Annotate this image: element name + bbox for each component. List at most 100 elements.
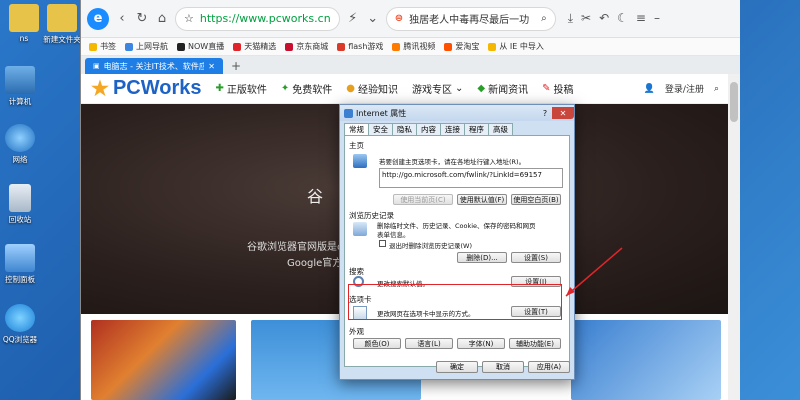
hero-line1: 谷歌浏览器官网版是chr [247,242,353,253]
browser-logo-icon[interactable]: e [87,7,109,30]
bookmark-star-icon [89,42,97,51]
nav-item[interactable]: ● 经验知识 [346,81,398,96]
languages-button[interactable]: 语言(L) [405,338,453,349]
desktop-icon-qq-browser[interactable]: QQ浏览器 [0,304,42,345]
browser-logos-card[interactable] [91,320,236,400]
back-icon[interactable]: ‹ [115,11,129,26]
search-box[interactable]: ⊜ 独居老人中毒再尽最后一功 ⌕ [385,6,556,31]
search-icon[interactable]: ⌕ [541,13,547,24]
colors-button[interactable]: 颜色(O) [353,338,401,349]
tab-pcworks[interactable]: ▣ 电脑志 - 关注IT技术、软件应用、科 ✕ [85,58,223,74]
bookmark-item[interactable]: 京东商城 [285,41,328,52]
new-tab-button[interactable]: + [227,58,245,74]
page-icon: ▣ [93,62,100,70]
use-blank-button[interactable]: 使用空白页(B) [511,194,561,205]
desktop-icons: ns 新建文件夹 计算机 网络 回收站 控制面板 QQ浏览器 [0,0,81,400]
tab-content[interactable]: 内容 [416,123,441,135]
tab-connections[interactable]: 连接 [440,123,465,135]
close-icon[interactable]: ✕ [552,107,574,119]
dropdown-icon[interactable]: ⌄ [366,11,380,26]
appearance-section-label: 外观 [349,327,364,336]
nav-item[interactable]: ◆ 新闻资讯 [477,81,528,96]
nav-dot-icon: ✦ [280,83,290,94]
tab-strip: ▣ 电脑志 - 关注IT技术、软件应用、科 ✕ + [81,56,740,74]
nav-item[interactable]: ✚ 正版软件 [215,81,266,96]
home-url-textarea[interactable]: http://go.microsoft.com/fwlink/?LinkId=6… [379,168,563,188]
qq-browser-icon [5,304,35,332]
bookmark-item[interactable]: 爱淘宝 [444,41,479,52]
taobao-icon [444,42,453,51]
minimize-icon[interactable]: – [654,11,660,26]
desktop-icon-new-folder[interactable]: 新建文件夹 [40,4,84,45]
bookmark-item[interactable]: 书签 [89,41,116,52]
now-icon [177,42,185,51]
address-url[interactable]: https://www.pcworks.cn [200,12,331,25]
undo-icon[interactable]: ↶ [599,11,609,26]
bookmark-item[interactable]: 腾讯视频 [392,41,435,52]
apply-button[interactable]: 应用(A) [528,361,570,373]
desktop-icon-control-panel[interactable]: 控制面板 [0,244,42,285]
home-icon [353,154,367,168]
scroll-thumb[interactable] [730,82,738,122]
search-engine-icon[interactable]: ⊜ [395,13,403,24]
edit-icon: ✎ [542,83,551,94]
nav-item[interactable]: 游戏专区 ⌄ [412,81,463,96]
address-bar[interactable]: ☆ https://www.pcworks.cn [175,6,340,31]
search-text[interactable]: 独居老人中毒再尽最后一功 [409,11,529,26]
delete-on-exit-checkbox[interactable] [379,240,386,247]
moon-icon[interactable]: ☾ [617,11,628,26]
cancel-button[interactable]: 取消 [482,361,524,373]
close-icon[interactable]: ✕ [208,62,215,71]
tab-security[interactable]: 安全 [368,123,393,135]
history-desc-2: 表单信息。 [377,231,410,239]
page-scrollbar[interactable] [728,74,740,400]
use-default-button[interactable]: 使用默认值(F) [457,194,507,205]
accessibility-button[interactable]: 辅助功能(E) [509,338,561,349]
lightning-icon[interactable]: ⚡ [346,11,360,26]
general-panel: 主页 若要创建主页选项卡，请在各地址行键入地址(R)。 http://go.mi… [344,135,570,367]
bookmark-item[interactable]: 上网导航 [125,41,168,52]
desktop-icon-computer[interactable]: 计算机 [0,66,42,107]
ok-button[interactable]: 确定 [436,361,478,373]
nav-dot-icon: ✚ [215,83,224,94]
folder-icon [488,42,497,51]
search-icon[interactable]: ⌕ [714,84,719,94]
help-icon[interactable]: ? [538,107,552,119]
menu-icon[interactable]: ≡ [636,11,646,26]
fonts-button[interactable]: 字体(N) [457,338,505,349]
windows-card[interactable] [571,320,721,400]
desktop-icon-network[interactable]: 网络 [0,124,42,165]
flash-icon [337,42,346,51]
home-icon[interactable]: ⌂ [155,11,169,26]
folder-icon [47,4,77,32]
dialog-titlebar[interactable]: Internet 属性 ? ✕ [340,105,574,121]
jd-icon [285,42,294,51]
delete-history-button[interactable]: 删除(D)... [457,252,507,263]
tab-privacy[interactable]: 隐私 [392,123,417,135]
star-icon[interactable]: ☆ [184,12,194,25]
cut-icon[interactable]: ✂ [581,11,591,26]
download-icon[interactable]: ⤓ [568,11,573,26]
ie-settings-icon [344,108,353,118]
bookmark-item[interactable]: NOW直播 [177,41,224,52]
history-settings-button[interactable]: 设置(S) [511,252,561,263]
use-current-button[interactable]: 使用当前页(C) [393,194,453,205]
bookmark-item[interactable]: 从 IE 中导入 [488,41,544,52]
globe-icon [125,42,133,51]
nav-item[interactable]: ✦ 免费软件 [281,81,332,96]
dialog-tabs: 常规 安全 隐私 内容 连接 程序 高级 [344,123,570,136]
tab-programs[interactable]: 程序 [464,123,489,135]
nav-item[interactable]: ✎ 投稿 [542,81,573,96]
desktop-icon-recycle-bin[interactable]: 回收站 [0,184,42,225]
login-link[interactable]: 登录/注册 [665,82,704,95]
tab-advanced[interactable]: 高级 [488,123,513,135]
site-logo[interactable]: ★ PCWorks [91,76,201,101]
bookmark-item[interactable]: flash游戏 [337,41,383,52]
delete-on-exit-label[interactable]: 退出时删除浏览历史记录(W) [389,240,472,250]
address-toolbar: e ‹ ↻ ⌂ ☆ https://www.pcworks.cn ⚡ ⌄ ⊜ 独… [81,0,740,38]
reload-icon[interactable]: ↻ [135,11,149,26]
bookmarks-bar: 书签 上网导航 NOW直播 天猫精选 京东商城 flash游戏 腾讯视频 爱淘宝… [81,38,740,56]
bookmark-item[interactable]: 天猫精选 [233,41,276,52]
tabs-section-highlight [348,284,562,320]
home-section-label: 主页 [349,141,364,150]
